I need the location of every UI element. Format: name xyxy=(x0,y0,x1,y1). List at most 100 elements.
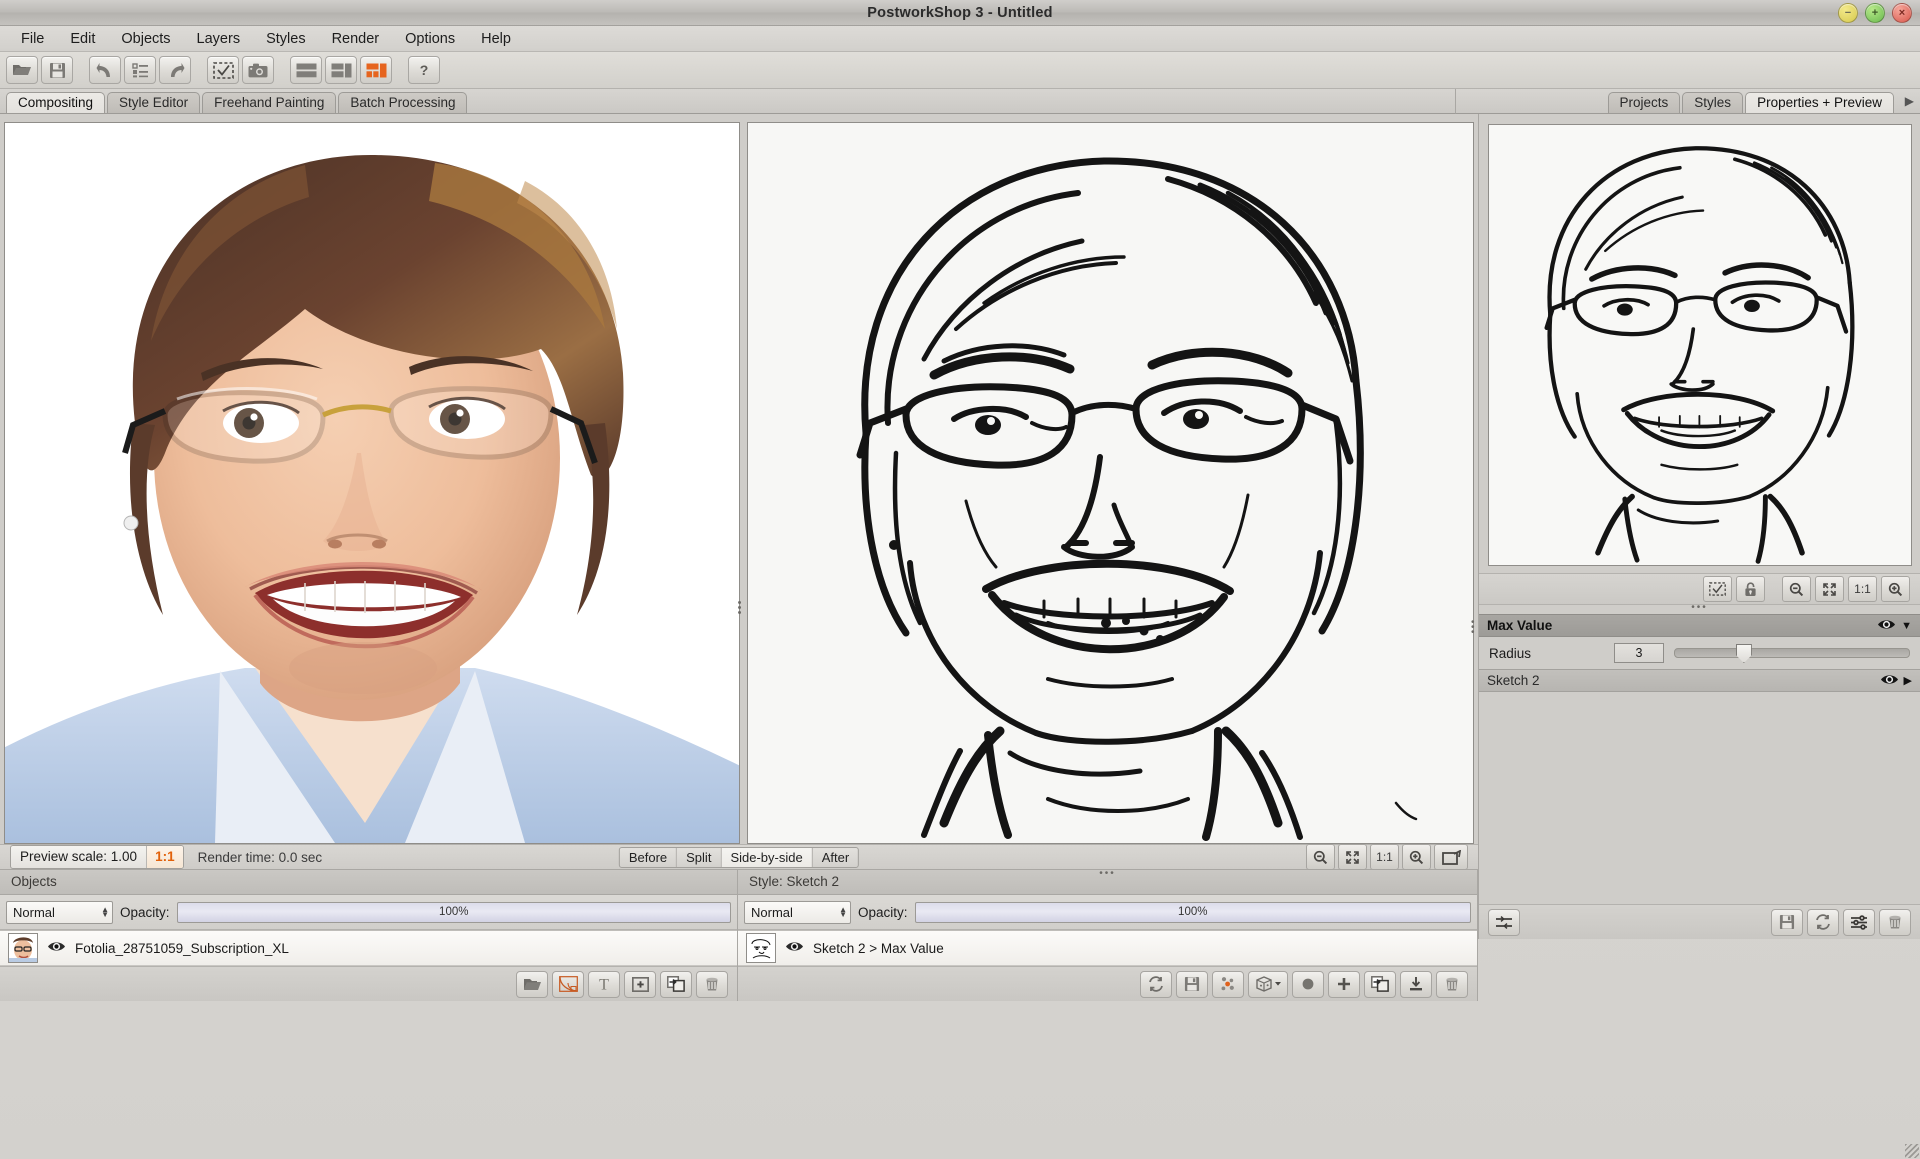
dice-variant-icon[interactable] xyxy=(1248,970,1288,998)
tab-batch-processing[interactable]: Batch Processing xyxy=(338,92,468,113)
import-style-icon[interactable] xyxy=(1400,970,1432,998)
menu-file[interactable]: File xyxy=(8,28,57,50)
zoom-in-icon[interactable] xyxy=(1881,576,1910,602)
randomize-icon[interactable] xyxy=(1212,970,1244,998)
after-canvas[interactable] xyxy=(746,122,1474,844)
style-preview[interactable] xyxy=(1488,124,1912,566)
save-icon[interactable] xyxy=(41,56,73,84)
open-file-icon[interactable] xyxy=(516,970,548,998)
help-icon[interactable]: ? xyxy=(408,56,440,84)
fit-to-window-icon[interactable] xyxy=(1815,576,1844,602)
tab-styles[interactable]: Styles xyxy=(1682,92,1744,113)
delete-layer-icon[interactable] xyxy=(1436,970,1468,998)
list-item[interactable]: Fotolia_28751059_Subscription_XL xyxy=(0,931,737,966)
layout-split-icon[interactable] xyxy=(325,56,357,84)
visibility-eye-icon[interactable] xyxy=(785,940,804,957)
undo-icon[interactable] xyxy=(89,56,121,84)
lock-icon[interactable] xyxy=(1736,576,1765,602)
save-preset-icon[interactable] xyxy=(1771,908,1803,936)
view-mode-before[interactable]: Before xyxy=(620,847,678,867)
zoom-out-icon[interactable] xyxy=(1782,576,1811,602)
section-header-max-value[interactable]: Max Value ▼ xyxy=(1479,614,1920,637)
properties-preview-panel: 1:1 ••• Max Value ▼ Radius 3 Sketch 2 ▶ xyxy=(1479,114,1920,1158)
menu-objects[interactable]: Objects xyxy=(108,28,183,50)
section-visibility-eye-icon[interactable] xyxy=(1877,618,1896,634)
before-canvas[interactable] xyxy=(4,122,740,844)
visibility-eye-icon[interactable] xyxy=(47,940,66,957)
spinner-icon[interactable]: ▲ ▼ xyxy=(101,906,109,919)
tab-style-editor[interactable]: Style Editor xyxy=(107,92,201,113)
objects-opacity-slider[interactable]: 100% xyxy=(176,901,731,923)
add-object-icon[interactable] xyxy=(624,970,656,998)
style-opacity-slider[interactable]: 100% xyxy=(914,901,1471,923)
save-style-icon[interactable] xyxy=(1176,970,1208,998)
section-collapse-chevron-icon[interactable]: ▼ xyxy=(1901,620,1912,632)
delete-preset-icon[interactable] xyxy=(1879,908,1911,936)
camera-icon[interactable] xyxy=(242,56,274,84)
menu-styles[interactable]: Styles xyxy=(253,28,319,50)
zoom-actual-size-button[interactable]: 1:1 xyxy=(1370,844,1399,870)
add-text-icon[interactable]: T xyxy=(588,970,620,998)
open-icon[interactable] xyxy=(6,56,38,84)
style-panel-header: ••• Style: Sketch 2 xyxy=(738,868,1477,895)
radius-slider[interactable] xyxy=(1674,644,1910,663)
add-filter-circle-icon[interactable] xyxy=(1292,970,1324,998)
list-item[interactable]: Sketch 2 > Max Value xyxy=(738,931,1477,966)
vector-shape-icon[interactable] xyxy=(552,970,584,998)
duplicate-object-icon[interactable] xyxy=(660,970,692,998)
objects-blend-mode-select[interactable]: Normal ▲ ▼ xyxy=(6,900,113,924)
vertical-splitter[interactable]: • • • xyxy=(1471,618,1475,638)
refresh-preset-icon[interactable] xyxy=(1807,908,1839,936)
menu-help[interactable]: Help xyxy=(468,28,524,50)
maximize-button[interactable]: + xyxy=(1865,3,1885,23)
select-region-icon[interactable] xyxy=(207,56,239,84)
edit-parameters-icon[interactable] xyxy=(1843,908,1875,936)
add-layer-icon[interactable] xyxy=(1328,970,1360,998)
history-list-icon[interactable] xyxy=(124,56,156,84)
tab-compositing[interactable]: Compositing xyxy=(6,92,106,113)
tab-properties-preview[interactable]: Properties + Preview xyxy=(1745,92,1894,113)
close-button[interactable]: × xyxy=(1892,3,1912,23)
section-expand-chevron-icon[interactable]: ▶ xyxy=(1904,674,1912,687)
tab-projects[interactable]: Projects xyxy=(1607,92,1681,113)
preview-resize-grip[interactable]: ••• xyxy=(1691,602,1708,613)
menu-layers[interactable]: Layers xyxy=(184,28,254,50)
duplicate-layer-icon[interactable] xyxy=(1364,970,1396,998)
menu-render[interactable]: Render xyxy=(319,28,393,50)
menu-options[interactable]: Options xyxy=(392,28,468,50)
spinner-icon[interactable]: ▲ ▼ xyxy=(839,906,847,919)
minimize-button[interactable]: − xyxy=(1838,3,1858,23)
radius-value-field[interactable]: 3 xyxy=(1614,643,1664,663)
tab-freehand-painting[interactable]: Freehand Painting xyxy=(202,92,337,113)
style-layer-list[interactable]: Sketch 2 > Max Value xyxy=(738,930,1477,966)
menu-edit[interactable]: Edit xyxy=(57,28,108,50)
style-blend-row: Normal ▲ ▼ Opacity: 100% xyxy=(738,895,1477,930)
style-blend-mode-select[interactable]: Normal ▲ ▼ xyxy=(744,900,851,924)
zoom-actual-size-button[interactable]: 1:1 xyxy=(1848,576,1877,602)
popout-window-icon[interactable] xyxy=(1434,844,1468,870)
view-mode-after[interactable]: After xyxy=(813,848,858,867)
parameter-sliders-icon[interactable] xyxy=(1488,908,1520,936)
fit-to-window-icon[interactable] xyxy=(1338,844,1367,870)
panel-grip-icon[interactable]: ••• xyxy=(1099,862,1116,886)
section-header-sketch-2[interactable]: Sketch 2 ▶ xyxy=(1479,669,1920,692)
parameter-label: Radius xyxy=(1489,645,1532,661)
view-mode-side-by-side[interactable]: Side-by-side xyxy=(721,847,813,867)
layout-horizontal-icon[interactable] xyxy=(290,56,322,84)
objects-layer-list[interactable]: Fotolia_28751059_Subscription_XL xyxy=(0,930,737,966)
redo-icon[interactable] xyxy=(159,56,191,84)
layout-grid-active-icon[interactable] xyxy=(360,56,392,84)
section-visibility-eye-icon[interactable] xyxy=(1880,673,1899,689)
radius-slider-handle[interactable] xyxy=(1735,644,1752,663)
zoom-in-icon[interactable] xyxy=(1402,844,1431,870)
collapse-panel-icon[interactable]: ▶ xyxy=(1905,94,1914,108)
preview-scale-box[interactable]: Preview scale: 1.00 1:1 xyxy=(10,845,184,869)
canvas-splitter[interactable]: • • • xyxy=(735,598,745,619)
preview-ratio-badge[interactable]: 1:1 xyxy=(146,846,183,868)
view-mode-split[interactable]: Split xyxy=(677,847,722,867)
refresh-style-icon[interactable] xyxy=(1140,970,1172,998)
select-region-icon[interactable] xyxy=(1703,576,1732,602)
window-resize-grip[interactable] xyxy=(1905,1144,1919,1158)
delete-object-icon[interactable] xyxy=(696,970,728,998)
zoom-out-icon[interactable] xyxy=(1306,844,1335,870)
